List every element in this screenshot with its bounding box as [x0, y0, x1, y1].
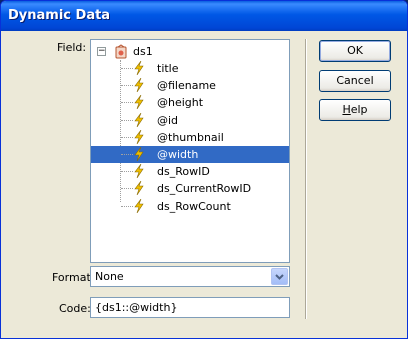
tree-item[interactable]: @width [91, 146, 289, 163]
database-icon [115, 44, 127, 59]
tree-item[interactable]: title [91, 60, 289, 77]
format-select-value: None [95, 270, 124, 283]
tree-connector-branch [121, 154, 133, 155]
lightning-bolt-icon [134, 199, 144, 213]
tree-item[interactable]: @thumbnail [91, 129, 289, 146]
format-label: Format: [52, 271, 95, 284]
tree-item-label: @thumbnail [157, 131, 224, 144]
dynamic-data-dialog: Dynamic Data Field: − ds1 title @filename… [0, 0, 408, 339]
tree-item[interactable]: ds_RowID [91, 163, 289, 180]
lightning-bolt-icon [134, 130, 144, 144]
title-bar[interactable]: Dynamic Data [1, 1, 407, 31]
ok-button[interactable]: OK [319, 40, 391, 62]
tree-connector-branch [121, 102, 133, 103]
dropdown-button[interactable] [271, 268, 288, 285]
code-label: Code: [59, 302, 91, 315]
lightning-bolt-icon [134, 181, 144, 195]
collapse-toggle[interactable]: − [97, 47, 106, 56]
tree-item-label: @filename [157, 79, 216, 92]
tree-item-label: @id [157, 114, 179, 127]
lightning-bolt-icon [134, 164, 144, 178]
tree-item-label: ds_CurrentRowID [157, 182, 252, 195]
lightning-bolt-icon [134, 113, 144, 127]
tree-item-label: ds_RowCount [157, 200, 231, 213]
field-label: Field: [57, 41, 87, 54]
tree-item[interactable]: ds_CurrentRowID [91, 180, 289, 197]
tree-connector-branch [121, 120, 133, 121]
lightning-bolt-icon [134, 147, 144, 161]
lightning-bolt-icon [134, 61, 144, 75]
vertical-separator [305, 39, 307, 319]
tree-root-label: ds1 [133, 45, 153, 58]
help-button[interactable]: Help [319, 99, 391, 121]
tree-item[interactable]: ds_RowCount [91, 198, 289, 215]
tree-item-label: ds_RowID [157, 165, 210, 178]
window-title: Dynamic Data [8, 8, 111, 23]
tree-item[interactable]: @height [91, 94, 289, 111]
tree-connector-branch [121, 188, 133, 189]
tree-connector-branch [121, 137, 133, 138]
field-tree[interactable]: − ds1 title @filename @height @id @thumbnail… [90, 39, 290, 263]
tree-connector-branch [121, 206, 133, 207]
tree-item-label: @height [157, 96, 204, 109]
help-label-rest: elp [350, 103, 368, 116]
tree-item[interactable]: @filename [91, 77, 289, 94]
lightning-bolt-icon [134, 78, 144, 92]
tree-connector-branch [121, 85, 133, 86]
tree-connector-branch [121, 68, 133, 69]
dialog-body: Field: − ds1 title @filename @height @id @th… [4, 31, 404, 336]
code-field[interactable] [90, 297, 290, 318]
tree-item[interactable]: @id [91, 112, 289, 129]
tree-item-label: @width [157, 148, 199, 161]
tree-connector-branch [121, 171, 133, 172]
lightning-bolt-icon [134, 95, 144, 109]
chevron-down-icon [275, 274, 284, 280]
help-mnemonic: H [342, 103, 351, 116]
tree-root-ds1[interactable]: − ds1 [91, 44, 289, 60]
tree-item-label: title [157, 62, 179, 75]
format-select[interactable]: None [90, 266, 290, 287]
cancel-button[interactable]: Cancel [319, 70, 391, 92]
